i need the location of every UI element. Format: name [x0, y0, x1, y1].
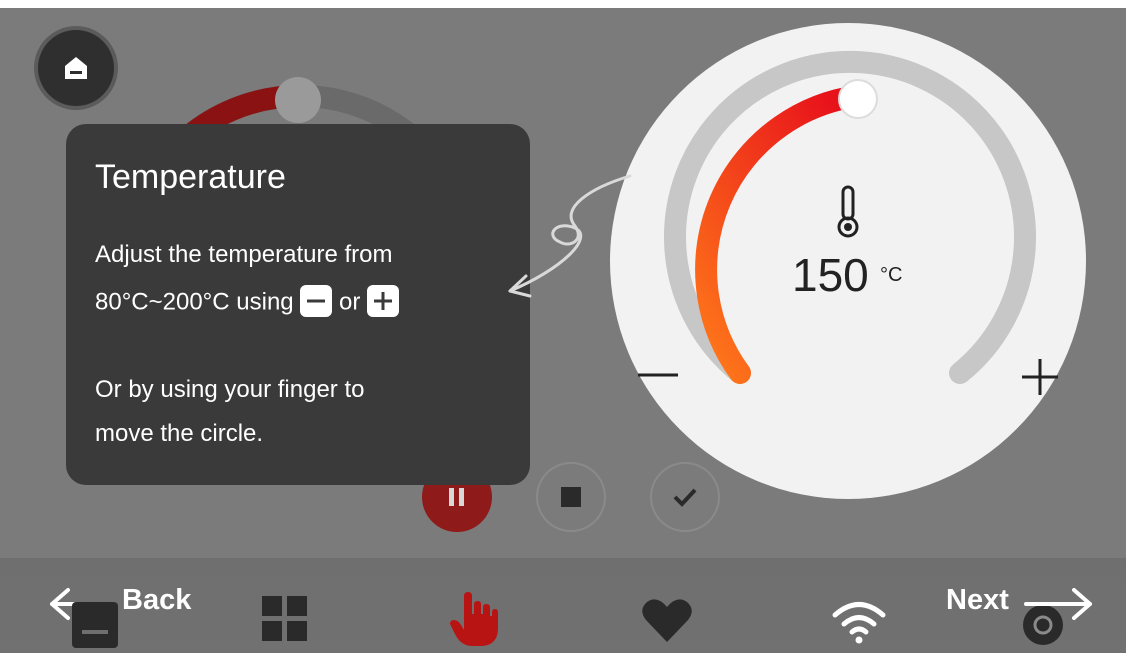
next-arrow-icon — [1024, 588, 1092, 620]
next-button[interactable]: Next — [940, 578, 1110, 645]
next-label: Next — [946, 584, 1009, 616]
grid-icon[interactable] — [262, 596, 308, 642]
hand-touch-icon[interactable] — [450, 592, 498, 646]
oven-icon[interactable] — [72, 602, 118, 648]
pointer-arrow — [508, 174, 632, 298]
heart-icon[interactable] — [642, 598, 692, 642]
wifi-icon[interactable] — [832, 600, 886, 644]
bottom-nav-bar: Back Next — [0, 558, 1126, 653]
back-label: Back — [122, 584, 192, 616]
back-button[interactable]: Back — [40, 578, 210, 638]
screen: + — [0, 8, 1126, 653]
